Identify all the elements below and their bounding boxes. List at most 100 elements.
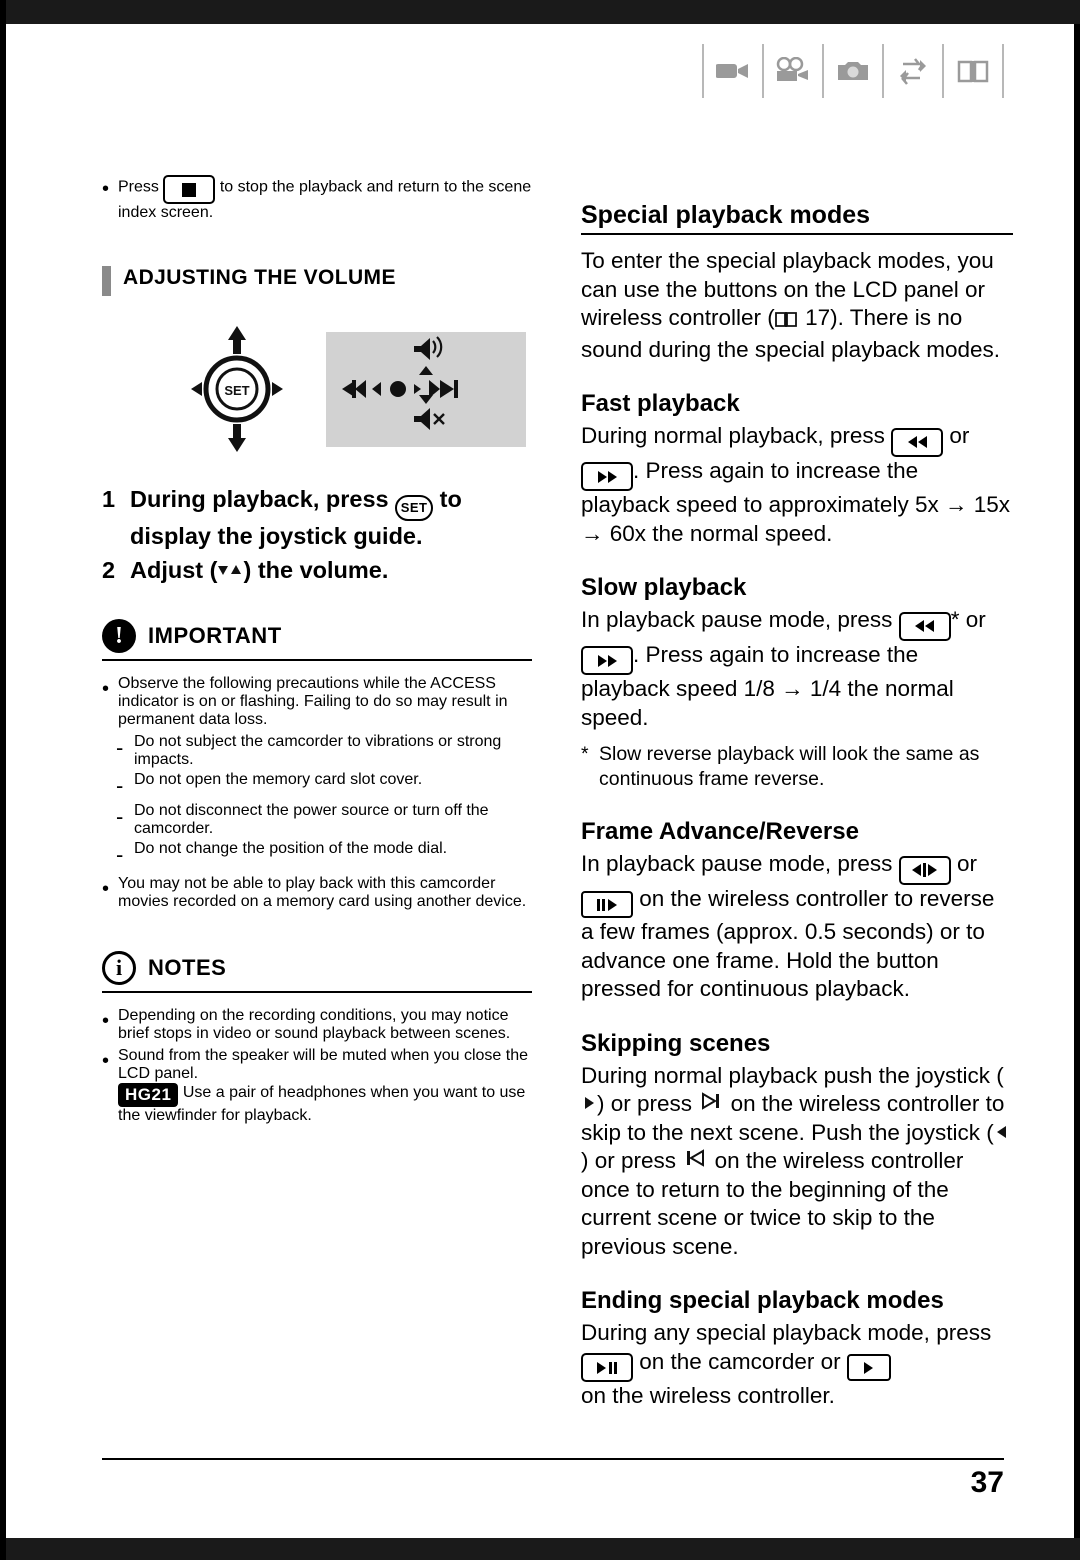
volume-steps: 1 During playback, press SET to display … [102,484,532,585]
important-divider [102,659,532,661]
notes-bullet-2-text: Sound from the speaker will be muted whe… [118,1047,532,1125]
skipping-part1: During normal playback push the joystick… [581,1062,1004,1088]
fast-forward-button-glyph [581,462,633,491]
joystick-right-icon [581,1090,597,1119]
fast-playback-part3: . Press again to increase the playback s… [581,457,939,518]
footnote-marker: * [581,743,589,765]
important-callout-header: ! IMPORTANT [102,619,532,653]
skipping-scenes-text: During normal playback push the joystick… [581,1062,1013,1262]
joystick-control-illustration: SET [172,324,302,454]
notes-title: NOTES [148,955,227,980]
step-1-text-before: During playback, press [130,486,389,512]
fast-forward-button-glyph [581,646,633,675]
frame-advance-part1: In playback pause mode, press [581,851,893,876]
footer-divider [102,1458,1004,1460]
slow-playback-footnote: * Slow reverse playback will look the sa… [581,742,1013,792]
slow-playback-footnote-text: Slow reverse playback will look the same… [599,743,980,790]
book-icon [944,44,1004,98]
joystick-guide-display [326,331,526,447]
slow-playback-heading: Slow playback [581,574,747,601]
adjusting-volume-heading: ADJUSTING THE VOLUME [102,266,532,296]
svg-text:SET: SET [224,383,249,398]
ending-part2: on the camcorder or [639,1348,841,1374]
fast-playback-part1: During normal playback, press [581,423,885,448]
skipping-part2: ) or press [597,1091,693,1116]
stop-playback-text: Press to stop the playback and return to… [118,175,532,222]
ending-special-playback-heading: Ending special playback modes [581,1287,944,1314]
information-icon: i [102,951,136,985]
up-down-arrows-icon [217,555,243,585]
important-dash-1: - Do not subject the camcorder to vibrat… [102,733,532,769]
stop-playback-bullet: • Press to stop the playback and return … [102,175,532,222]
fast-playback-heading: Fast playback [581,390,740,417]
frame-advance-part2: or [956,851,977,876]
skipping-scenes-heading: Skipping scenes [581,1029,771,1057]
page-number: 37 [970,1466,1004,1499]
bullet-marker: • [102,878,110,900]
skip-previous-wireless-icon [682,1147,708,1176]
fast-playback-text: During normal playback, press or . Press… [581,423,1011,546]
notes-bullet-2: • Sound from the speaker will be muted w… [102,1047,532,1125]
video-camera-icon [702,44,764,98]
important-bullet-1-text: Observe the following precautions while … [118,675,508,728]
important-dash-4-text: Do not change the position of the mode d… [134,840,448,857]
adjusting-volume-heading-text: ADJUSTING THE VOLUME [123,266,396,289]
manual-page: • Press to stop the playback and return … [0,0,1080,1560]
notes-divider [102,991,532,993]
frame-advance-part3: on the wireless controller to reverse a … [581,885,995,1002]
important-dash-1-text: Do not subject the camcorder to vibratio… [134,733,502,768]
set-button-glyph: SET [395,495,434,521]
important-bullet-1: • Observe the following precautions whil… [102,675,532,729]
bullet-marker: • [102,1010,110,1032]
hg21-note-text: Use a pair of headphones when you want t… [118,1084,526,1124]
stop-playback-text-part1: Press [118,178,159,196]
ending-special-playback-text: During any special playback mode, press … [581,1319,1013,1411]
important-dash-4: - Do not change the position of the mode… [102,840,532,869]
important-bullet-2-text: You may not be able to play back with th… [118,875,527,910]
special-playback-divider [581,233,1013,235]
frame-advance-text: In playback pause mode, press or on the … [581,850,1013,1004]
fast-playback-part5: 60x the normal speed. [609,520,833,546]
dash-marker: - [116,804,124,829]
important-dash-3-text: Do not disconnect the power source or tu… [134,802,489,837]
joystick-left-icon [994,1119,1010,1148]
ending-part1: During any special playback mode, press [581,1320,992,1345]
wireless-frame-advance-button-glyph [581,891,633,918]
wireless-play-button-glyph [846,1354,891,1381]
fast-playback-part2: or [949,423,970,448]
bullet-marker: • [102,1050,110,1072]
slow-playback-part2: * or [950,607,986,632]
top-black-bar [6,0,1080,24]
step-2-number: 2 [102,557,116,583]
skip-next-wireless-icon [698,1090,724,1119]
special-playback-modes-heading: Special playback modes [581,201,871,229]
slow-playback-text: In playback pause mode, press * or . Pre… [581,607,986,730]
notes-bullet-2-main: Sound from the speaker will be muted whe… [118,1047,529,1082]
photo-camera-icon [824,44,884,98]
important-dash-2-text: Do not open the memory card slot cover. [134,771,423,788]
important-title: IMPORTANT [148,623,282,648]
bullet-marker: • [102,678,110,700]
exclamation-icon: ! [102,619,136,653]
dash-marker: - [116,735,124,760]
step-1-number: 1 [102,486,116,512]
intro-page-ref: 17 [805,305,831,330]
notes-callout-header: i NOTES [102,951,532,985]
book-reference-icon [774,307,797,336]
rewind-button-glyph [891,427,944,457]
notes-bullet-1: • Depending on the recording conditions,… [102,1007,532,1043]
rewind-button-glyph [898,611,951,641]
dash-marker: - [116,773,124,798]
important-dash-2: - Do not open the memory card slot cover… [102,771,532,800]
important-bullet-2: • You may not be able to play back with … [102,875,532,911]
transfer-arrows-icon [884,44,944,98]
left-column: • Press to stop the playback and return … [102,175,532,1129]
fast-playback-part4: 15x [973,492,1011,517]
right-column: Special playback modes To enter the spec… [581,175,1013,1411]
bullet-marker: • [102,178,110,200]
step-1-text: During playback, press SET to display th… [130,484,532,551]
joystick-diagram: SET [172,324,532,454]
special-playback-intro: To enter the special playback modes, you… [581,247,1013,364]
hg21-badge: HG21 [118,1083,179,1107]
skipping-part4: ) or press [581,1148,677,1173]
